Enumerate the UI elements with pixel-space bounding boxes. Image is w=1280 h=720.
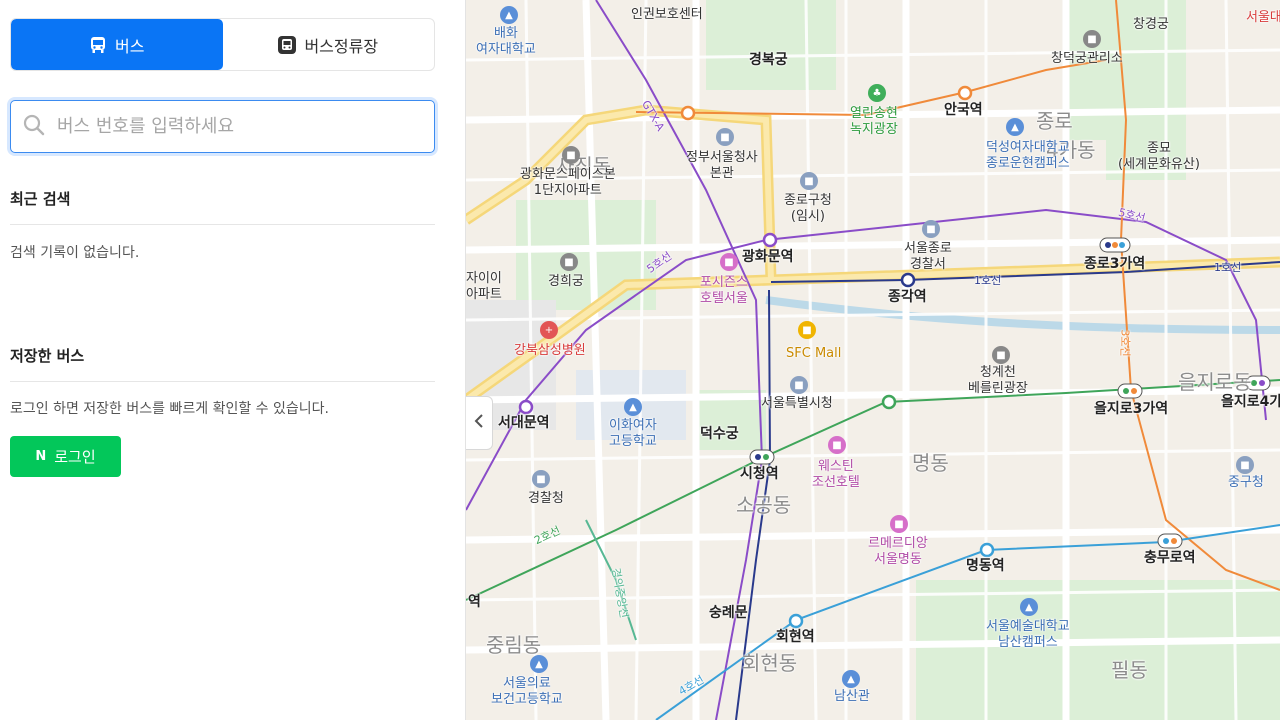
login-button[interactable]: N 로그인 xyxy=(10,436,121,477)
tab-bus-stop-label: 버스정류장 xyxy=(304,36,379,56)
hospital-pin-icon: + xyxy=(540,321,558,339)
naver-logo-icon: N xyxy=(35,449,47,464)
map-place-label: 덕성여자대학교 종로운현캠퍼스 xyxy=(986,140,1070,171)
map-place-label: 서울대 xyxy=(1246,10,1280,25)
map-place-label: 시청역 xyxy=(740,466,779,482)
map-place-label: SFC Mall xyxy=(786,346,842,361)
map-place-label: 광화문스페이스본 1단지아파트 xyxy=(520,167,616,198)
map-place-label: 회현역 xyxy=(776,629,815,645)
bus-icon xyxy=(89,36,107,54)
map-place-label: 배화 여자대학교 xyxy=(476,26,536,57)
park-pin-icon: ♣ xyxy=(868,84,886,102)
saved-divider xyxy=(10,381,435,382)
map-place-label: 을지로4가 xyxy=(1221,394,1280,410)
map-place-label: 경복궁 xyxy=(749,52,788,68)
map-place-label: 역 xyxy=(468,594,481,610)
school-pin-icon: ▲ xyxy=(530,655,548,673)
chevron-left-icon xyxy=(474,413,484,433)
government-pin-icon: ■ xyxy=(800,172,818,190)
map-place-label: 서대문역 xyxy=(498,415,550,431)
map-place-label: 강북삼성병원 xyxy=(514,343,586,358)
map-place-label: 포시즌스 호텔서울 xyxy=(700,275,748,306)
map-place-label: 덕수궁 xyxy=(700,426,739,442)
map-place-label: 르메르디앙 서울명동 xyxy=(868,536,928,567)
map-place-label: 남산관 xyxy=(834,689,870,704)
district-label: 중림동 xyxy=(486,633,542,657)
school-pin-icon: ▲ xyxy=(500,6,518,24)
map-place-label: 종각역 xyxy=(888,289,927,305)
tab-bar: 버스 버스정류장 xyxy=(10,18,435,71)
subway-line-label: 3호선 xyxy=(1118,329,1132,357)
map-place-label: 을지로3가역 xyxy=(1094,401,1169,417)
login-label: 로그인 xyxy=(54,448,96,466)
map-place-label: 경찰청 xyxy=(528,491,564,506)
map-place-label: 서울의료 보건고등학교 xyxy=(491,676,563,707)
hotel-pin-icon: ■ xyxy=(720,253,738,271)
map-place-label: 종로3가역 xyxy=(1084,256,1146,272)
map-place-label: 서울종로 경찰서 xyxy=(904,241,952,272)
police-pin-icon: ■ xyxy=(922,220,940,238)
tab-bus[interactable]: 버스 xyxy=(11,19,223,70)
saved-bus-text: 로그인 하면 저장한 버스를 빠르게 확인할 수 있습니다. xyxy=(10,401,329,417)
palace-pin-icon: ■ xyxy=(560,253,578,271)
map-place-label: 인권보호센터 xyxy=(631,7,703,22)
district-label: 명동 xyxy=(912,451,949,475)
school-pin-icon: ▲ xyxy=(624,398,642,416)
map-view[interactable]: 사직동 종로 4가동 회현동 명동 소공동 중림동 필동 을지로동 인권보호센터… xyxy=(466,0,1280,720)
map-place-label: 경희궁 xyxy=(548,274,584,289)
school-pin-icon: ▲ xyxy=(1020,598,1038,616)
search-box xyxy=(10,100,435,153)
government-pin-icon: ■ xyxy=(790,376,808,394)
tab-bus-label: 버스 xyxy=(115,36,145,56)
subway-line-label: 1호선 xyxy=(974,274,1002,287)
map-place-label: 서울특별시청 xyxy=(761,396,833,411)
school-pin-icon: ▲ xyxy=(842,670,860,688)
map-place-label: 정부서울청사 본관 xyxy=(686,150,758,181)
district-label: 종로 xyxy=(1036,109,1073,133)
district-label: 을지로동 xyxy=(1178,370,1252,394)
school-pin-icon: ▲ xyxy=(1006,118,1024,136)
district-label: 소공동 xyxy=(736,493,792,517)
map-place-label: 충무로역 xyxy=(1144,550,1196,566)
app: 버스 버스정류장 최근 검색 검색 기록이 없습니다. 저장한 버스 로그인 하… xyxy=(0,0,1280,720)
map-place-label: 서울예술대학교 남산캠퍼스 xyxy=(986,619,1070,650)
search-icon xyxy=(23,114,45,140)
map-place-label: 종로구청 (임시) xyxy=(784,193,832,224)
map-place-label: 청계천 베를린광장 xyxy=(968,365,1028,396)
search-input[interactable] xyxy=(57,116,417,137)
landmark-pin-icon: ■ xyxy=(1083,30,1101,48)
subway-line-label: 1호선 xyxy=(1214,261,1242,274)
apartment-pin-icon: ■ xyxy=(562,146,580,164)
recent-empty-text: 검색 기록이 없습니다. xyxy=(10,245,140,261)
landmark-pin-icon: ■ xyxy=(992,346,1010,364)
government-pin-icon: ■ xyxy=(1236,456,1254,474)
map-place-label: 종묘 (세계문화유산) xyxy=(1118,141,1200,172)
police-pin-icon: ■ xyxy=(532,470,550,488)
recent-divider xyxy=(10,224,435,225)
map-place-label: 웨스틴 조선호텔 xyxy=(812,459,860,490)
bus-stop-icon xyxy=(278,35,297,54)
map-place-label: 안국역 xyxy=(944,102,983,118)
map-place-label: 창덕궁관리소 xyxy=(1051,51,1123,66)
map-place-label: 숭례문 xyxy=(709,605,748,621)
map-place-label: 중구청 xyxy=(1228,475,1264,490)
map-place-label: 창경궁 xyxy=(1133,17,1169,32)
shopping-pin-icon: ■ xyxy=(798,321,816,339)
hotel-pin-icon: ■ xyxy=(828,436,846,454)
sidebar: 버스 버스정류장 최근 검색 검색 기록이 없습니다. 저장한 버스 로그인 하… xyxy=(0,0,466,720)
map-place-label: 자이이 아파트 xyxy=(466,271,502,302)
tab-bus-stop[interactable]: 버스정류장 xyxy=(223,19,435,70)
map-place-label: 광화문역 xyxy=(742,249,794,265)
map-place-label: 명동역 xyxy=(966,558,1005,574)
hotel-pin-icon: ■ xyxy=(890,515,908,533)
recent-search-title: 최근 검색 xyxy=(10,190,71,208)
district-label: 회현동 xyxy=(742,651,798,675)
district-label: 필동 xyxy=(1111,658,1148,682)
map-place-label: 이화여자 고등학교 xyxy=(609,418,657,449)
map-place-label: 열린송현 녹지광장 xyxy=(850,106,898,137)
collapse-panel-button[interactable] xyxy=(466,396,493,450)
saved-bus-title: 저장한 버스 xyxy=(10,347,85,365)
government-pin-icon: ■ xyxy=(716,128,734,146)
